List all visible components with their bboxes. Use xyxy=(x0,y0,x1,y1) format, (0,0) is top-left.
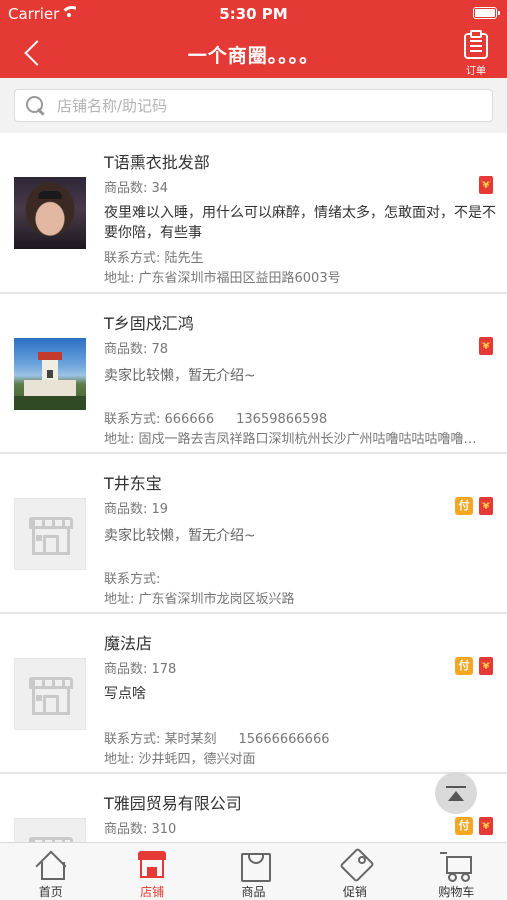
storefront-icon xyxy=(29,517,73,555)
shop-name: T语熏衣批发部 xyxy=(104,153,210,172)
shop-badges: 付 xyxy=(455,497,493,515)
search-box[interactable] xyxy=(14,89,493,122)
contact-phone: 15666666666 xyxy=(238,732,330,747)
pay-badge: 付 xyxy=(455,497,473,515)
contact-text: 联系方式: 陆先生 xyxy=(104,251,204,266)
tab-shops[interactable]: 店铺 xyxy=(101,843,202,900)
contact-text: 联系方式: 某时某刻 xyxy=(104,732,217,747)
bag-icon xyxy=(238,848,271,882)
tab-label: 商品 xyxy=(241,885,266,899)
orders-button[interactable]: 订单 xyxy=(459,30,493,77)
contact-phone: 13659866598 xyxy=(236,412,328,427)
trees-shape xyxy=(14,396,86,410)
tab-label: 店铺 xyxy=(140,885,165,899)
shop-name: T乡固戍汇鸿 xyxy=(104,314,194,333)
shop-contact: 联系方式: xyxy=(104,568,160,587)
shop-card[interactable]: T乡固戍汇鸿 商品数: 78 卖家比较懒，暂无介绍~ 联系方式: 666666 1… xyxy=(0,293,507,453)
building-shape xyxy=(24,380,76,396)
scroll-to-top-button[interactable] xyxy=(435,772,477,814)
shop-name: T井东宝 xyxy=(104,474,162,493)
shop-card[interactable]: 魔法店 商品数: 178 付 写点啥 联系方式: 某时某刻 15666666666… xyxy=(0,613,507,773)
tab-bar: 首页 店铺 商品 促销 购物车 xyxy=(0,842,507,900)
shop-avatar xyxy=(14,177,86,249)
page-title: 一个商圈。。。。 xyxy=(187,45,320,67)
product-count: 商品数: 310 xyxy=(104,822,177,837)
contact-text: 联系方式: 666666 xyxy=(104,412,215,427)
shop-icon xyxy=(136,848,168,880)
shop-name: T雅园贸易有限公司 xyxy=(104,794,242,813)
red-envelope-icon xyxy=(479,497,493,515)
shop-name: 魔法店 xyxy=(104,634,153,653)
shop-avatar xyxy=(14,338,86,410)
shop-address: 地址: 沙井蚝四，德兴对面 xyxy=(104,752,256,767)
pay-badge: 付 xyxy=(455,817,473,835)
orders-label: 订单 xyxy=(466,66,486,77)
tab-products[interactable]: 商品 xyxy=(203,843,304,900)
tab-label: 购物车 xyxy=(438,885,475,899)
home-icon xyxy=(35,848,67,880)
shop-badges: 付 xyxy=(455,657,493,675)
shop-address: 地址: 广东省深圳市福田区益田路6003号 xyxy=(104,271,341,286)
tab-label: 促销 xyxy=(342,885,367,899)
tab-home[interactable]: 首页 xyxy=(0,843,101,900)
tab-cart[interactable]: 购物车 xyxy=(406,843,507,900)
shop-badges: 付 xyxy=(455,817,493,835)
tag-icon xyxy=(339,848,371,880)
shop-list: T语熏衣批发部 商品数: 34 夜里难以入睡，用什么可以麻醉，情绪太多，怎敢面对… xyxy=(0,133,507,900)
product-count: 商品数: 78 xyxy=(104,342,169,357)
product-count: 商品数: 19 xyxy=(104,502,169,517)
app-root: Carrier 5:30 PM 一个商圈。。。。 订单 T语熏衣批发部 商品数:… xyxy=(0,0,507,900)
shop-avatar-placeholder xyxy=(14,498,86,570)
shop-description: 卖家比较懒，暂无介绍~ xyxy=(104,528,256,544)
cart-icon xyxy=(440,848,473,882)
shop-address: 地址: 广东省深圳市龙岗区坂兴路 xyxy=(104,592,295,607)
red-envelope-icon xyxy=(479,657,493,675)
shop-address: 地址: 固戍一路去吉凤祥路口深圳杭州长沙广州咕噜咕咕咕噜噜… xyxy=(104,432,477,447)
tab-label: 首页 xyxy=(38,885,63,899)
shop-contact: 联系方式: 666666 13659866598 xyxy=(104,408,327,427)
shop-card[interactable]: T语熏衣批发部 商品数: 34 夜里难以入睡，用什么可以麻醉，情绪太多，怎敢面对… xyxy=(0,133,507,293)
red-envelope-icon xyxy=(479,176,493,194)
shop-badges xyxy=(479,337,493,355)
search-icon xyxy=(26,96,46,116)
product-count: 商品数: 178 xyxy=(104,662,177,677)
shop-card[interactable]: T井东宝 商品数: 19 付 卖家比较懒，暂无介绍~ 联系方式: 地址: 广东省… xyxy=(0,453,507,613)
clipboard-icon xyxy=(464,30,488,59)
nav-bar: 一个商圈。。。。 订单 xyxy=(0,28,507,78)
search-input[interactable] xyxy=(57,90,487,121)
red-envelope-icon xyxy=(479,817,493,835)
battery-icon xyxy=(473,7,500,19)
status-bar: Carrier 5:30 PM xyxy=(0,0,507,28)
search-bar xyxy=(0,78,507,133)
contact-text: 联系方式: xyxy=(104,572,161,587)
red-envelope-icon xyxy=(479,337,493,355)
shop-description: 卖家比较懒，暂无介绍~ xyxy=(104,368,256,384)
shop-badges xyxy=(479,176,493,194)
shop-description: 夜里难以入睡，用什么可以麻醉，情绪太多，怎敢面对，不是不要你陪，有些事 xyxy=(104,205,496,241)
shop-avatar-placeholder xyxy=(14,658,86,730)
product-count: 商品数: 34 xyxy=(104,181,169,196)
pay-badge: 付 xyxy=(455,657,473,675)
clock: 5:30 PM xyxy=(219,5,288,23)
shop-contact: 联系方式: 陆先生 xyxy=(104,247,204,266)
storefront-icon xyxy=(29,677,73,715)
shop-description: 写点啥 xyxy=(104,686,146,702)
tab-promotions[interactable]: 促销 xyxy=(304,843,405,900)
shop-contact: 联系方式: 某时某刻 15666666666 xyxy=(104,728,330,747)
